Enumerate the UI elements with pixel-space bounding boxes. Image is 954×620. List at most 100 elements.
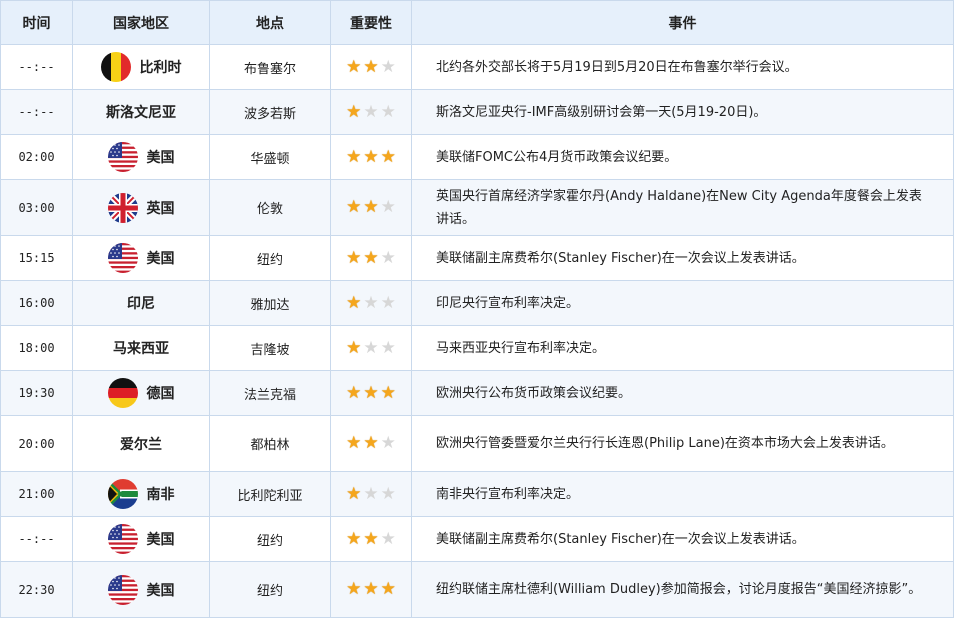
star-filled-icon: ★ [363, 528, 379, 549]
star-filled-icon: ★ [346, 101, 362, 122]
table-row: --:-- 比利时 布鲁塞尔 ★ ★ ★ 北约各外交部长将于5月19日到5月20日在布鲁塞尔… [0, 44, 954, 90]
star-filled-icon: ★ [363, 56, 379, 77]
country-name: 爱尔兰 [120, 436, 162, 453]
event-place: 吉隆坡 [209, 325, 331, 371]
country-name: 美国 [146, 582, 175, 599]
star-empty-icon: ★ [363, 337, 379, 358]
table-row: 20:00 爱尔兰 都柏林 ★ ★ ★ 欧洲央行管委暨爱尔兰央行行长连恩(Philip La… [0, 415, 954, 472]
event-description: 美联储副主席费希尔(Stanley Fischer)在一次会议上发表讲话。 [411, 235, 954, 281]
event-time: 16:00 [0, 280, 73, 326]
header-place: 地点 [209, 0, 331, 45]
star-filled-icon: ★ [346, 528, 362, 549]
event-description: 北约各外交部长将于5月19日到5月20日在布鲁塞尔举行会议。 [411, 44, 954, 90]
event-description: 美联储副主席费希尔(Stanley Fischer)在一次会议上发表讲话。 [411, 516, 954, 562]
country-name: 马来西亚 [113, 341, 169, 357]
table-row: 03:00 英国 伦敦 ★ ★ ★ 英国央行首席经济学家霍尔丹(Andy Haldane)在… [0, 179, 954, 236]
header-event: 事件 [411, 0, 954, 45]
event-description: 美联储FOMC公布4月货币政策会议纪要。 [411, 134, 954, 180]
event-country: 英国 [72, 179, 210, 236]
star-filled-icon: ★ [346, 197, 362, 217]
event-description: 英国央行首席经济学家霍尔丹(Andy Haldane)在New City Age… [411, 179, 954, 236]
importance-stars: ★ ★ ★ [330, 134, 412, 180]
event-country: 南非 [72, 471, 210, 517]
star-filled-icon: ★ [363, 579, 379, 599]
star-filled-icon: ★ [346, 483, 362, 504]
event-time: 21:00 [0, 471, 73, 517]
star-filled-icon: ★ [346, 247, 362, 268]
event-place: 纽约 [209, 561, 331, 618]
usa-flag-icon [107, 524, 138, 554]
event-time: 15:15 [0, 235, 73, 281]
star-filled-icon: ★ [380, 146, 396, 167]
country-name: 美国 [146, 532, 175, 548]
star-empty-icon: ★ [380, 101, 396, 122]
country-name: 英国 [146, 200, 175, 217]
star-filled-icon: ★ [346, 146, 362, 167]
event-description: 欧洲央行管委暨爱尔兰央行行长连恩(Philip Lane)在资本市场大会上发表讲… [411, 415, 954, 472]
table-row: 18:00 马来西亚 吉隆坡 ★ ★ ★ 马来西亚央行宣布利率决定。 [0, 325, 954, 371]
event-place: 比利陀利亚 [209, 471, 331, 517]
table-row: 16:00 印尼 雅加达 ★ ★ ★ 印尼央行宣布利率决定。 [0, 280, 954, 326]
importance-stars: ★ ★ ★ [330, 44, 412, 90]
star-empty-icon: ★ [380, 197, 396, 217]
star-filled-icon: ★ [363, 146, 379, 167]
event-time: --:-- [0, 44, 73, 90]
event-country: 马来西亚 [72, 325, 210, 371]
importance-stars: ★ ★ ★ [330, 235, 412, 281]
germany-flag-icon [107, 378, 138, 408]
event-country: 比利时 [72, 44, 210, 90]
event-place: 布鲁塞尔 [209, 44, 331, 90]
event-time: --:-- [0, 89, 73, 135]
event-description: 马来西亚央行宣布利率决定。 [411, 325, 954, 371]
star-filled-icon: ★ [380, 382, 396, 403]
event-place: 纽约 [209, 516, 331, 562]
event-time: 20:00 [0, 415, 73, 472]
event-description: 南非央行宣布利率决定。 [411, 471, 954, 517]
uk-flag-icon [107, 192, 138, 223]
importance-stars: ★ ★ ★ [330, 471, 412, 517]
star-filled-icon: ★ [380, 579, 396, 599]
table-row: 02:00 美国 华盛顿 ★ ★ ★ 美联储FOMC公布4月货币政策会议纪要。 [0, 134, 954, 180]
event-time: 18:00 [0, 325, 73, 371]
event-country: 德国 [72, 370, 210, 416]
usa-flag-icon [107, 243, 138, 273]
table-row: 15:15 美国 纽约 ★ ★ ★ 美联储副主席费希尔(Stanley Fischer)在一… [0, 235, 954, 281]
header-time: 时间 [0, 0, 73, 45]
star-filled-icon: ★ [346, 56, 362, 77]
belgium-flag-icon [100, 52, 131, 82]
country-name: 印尼 [127, 296, 155, 312]
header-row: 时间 国家地区 地点 重要性 事件 [0, 0, 954, 45]
event-time: 22:30 [0, 561, 73, 618]
event-place: 法兰克福 [209, 370, 331, 416]
event-description: 欧洲央行公布货币政策会议纪要。 [411, 370, 954, 416]
event-place: 波多若斯 [209, 89, 331, 135]
star-empty-icon: ★ [380, 292, 396, 313]
star-filled-icon: ★ [346, 433, 362, 453]
star-filled-icon: ★ [346, 292, 362, 313]
star-filled-icon: ★ [346, 579, 362, 599]
star-empty-icon: ★ [380, 56, 396, 77]
importance-stars: ★ ★ ★ [330, 561, 412, 618]
importance-stars: ★ ★ ★ [330, 179, 412, 236]
star-filled-icon: ★ [346, 337, 362, 358]
south-africa-flag-icon [107, 479, 138, 509]
importance-stars: ★ ★ ★ [330, 325, 412, 371]
star-filled-icon: ★ [363, 247, 379, 268]
star-empty-icon: ★ [380, 247, 396, 268]
star-empty-icon: ★ [380, 433, 396, 453]
event-country: 美国 [72, 134, 210, 180]
star-empty-icon: ★ [380, 337, 396, 358]
usa-flag-icon [107, 142, 138, 172]
country-name: 南非 [146, 487, 175, 503]
header-importance: 重要性 [330, 0, 412, 45]
importance-stars: ★ ★ ★ [330, 280, 412, 326]
table-row: 22:30 美国 纽约 ★ ★ ★ 纽约联储主席杜德利(William Dudley)参加简… [0, 561, 954, 618]
economic-calendar-table: 时间 国家地区 地点 重要性 事件 --:-- 比利时 布鲁塞尔 ★ ★ ★ 北约各外交部长… [0, 0, 954, 618]
event-country: 斯洛文尼亚 [72, 89, 210, 135]
country-name: 斯洛文尼亚 [106, 105, 176, 121]
importance-stars: ★ ★ ★ [330, 516, 412, 562]
event-country: 爱尔兰 [72, 415, 210, 472]
event-place: 纽约 [209, 235, 331, 281]
event-description: 斯洛文尼亚央行-IMF高级别研讨会第一天(5月19-20日)。 [411, 89, 954, 135]
event-description: 印尼央行宣布利率决定。 [411, 280, 954, 326]
